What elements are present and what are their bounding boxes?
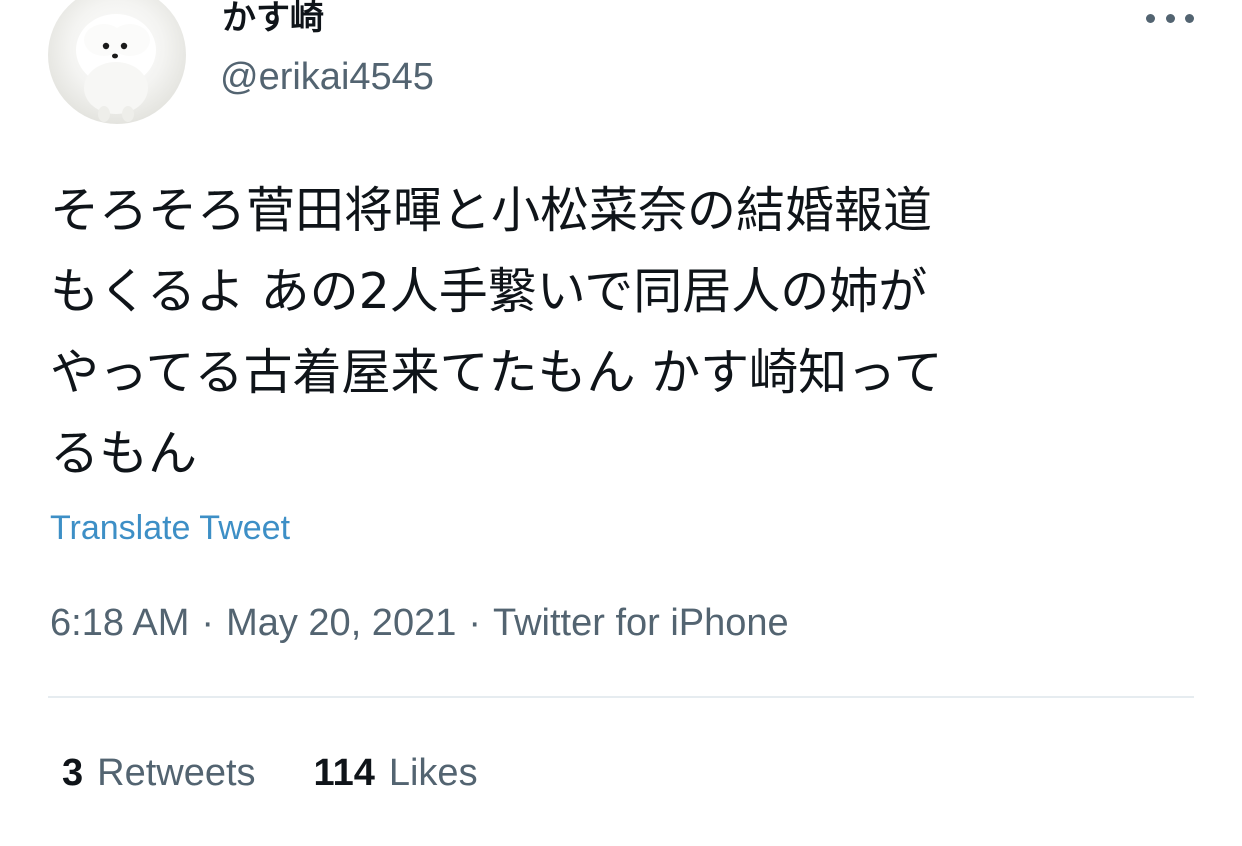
meta-separator: ·	[468, 602, 481, 644]
divider	[48, 696, 1194, 698]
meta-separator: ·	[201, 602, 215, 644]
author-handle[interactable]: @erikai4545	[220, 54, 434, 100]
tweet-text-line: やってる古着屋来てたもん かす崎知って	[50, 344, 943, 401]
tweet-date[interactable]: May 20, 2021	[226, 602, 456, 644]
likes-stat[interactable]: 114 Likes	[314, 750, 478, 796]
pomeranian-dog-avatar-icon	[76, 14, 156, 122]
more-options-button[interactable]	[1146, 4, 1194, 32]
translate-tweet-link[interactable]: Translate Tweet	[50, 508, 290, 548]
tweet-stats: 3 Retweets 114 Likes	[62, 750, 478, 796]
likes-count: 114	[313, 752, 375, 794]
tweet-text-line: そろそろ菅田将暉と小松菜奈の結婚報道	[50, 182, 933, 239]
tweet-text-line: るもん	[50, 425, 198, 482]
avatar[interactable]	[48, 0, 186, 124]
retweets-label: Retweets	[97, 752, 256, 794]
tweet-time[interactable]: 6:18 AM	[50, 602, 189, 644]
likes-label: Likes	[388, 752, 478, 794]
retweets-stat[interactable]: 3 Retweets	[62, 750, 256, 796]
tweet-text: そろそろ菅田将暉と小松菜奈の結婚報道 もくるよ あの2人手繋いで同居人の姉が や…	[50, 170, 1200, 494]
more-options-icon	[1146, 13, 1155, 23]
tweet-metadata: 6:18 AM · May 20, 2021 · Twitter for iPhone	[50, 600, 789, 646]
retweets-count: 3	[62, 752, 84, 794]
author-display-name[interactable]: かす崎	[222, 0, 324, 40]
tweet-text-line: もくるよ あの2人手繋いで同居人の姉が	[50, 263, 928, 320]
more-options-icon	[1185, 13, 1194, 23]
tweet-source[interactable]: Twitter for iPhone	[493, 602, 789, 644]
more-options-icon	[1165, 13, 1175, 23]
